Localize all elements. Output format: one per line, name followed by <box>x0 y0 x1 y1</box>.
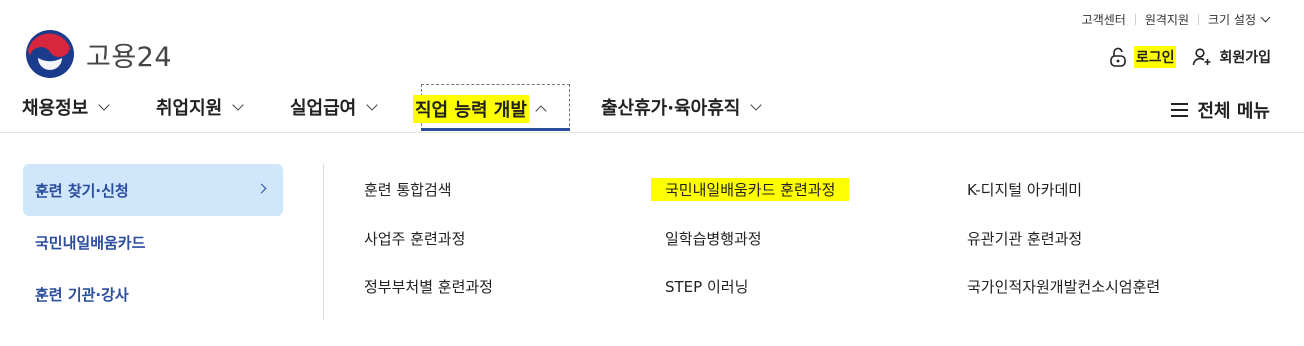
submenu-side: 훈련 찾기·신청 국민내일배움카드 훈련 기관·강사 <box>23 164 283 320</box>
hamburger-icon <box>1171 103 1189 117</box>
side-item-institution-instructor[interactable]: 훈련 기관·강사 <box>23 268 283 320</box>
auth-menu: 로그인 회원가입 <box>1109 46 1271 68</box>
submenu-link[interactable]: 일학습병행과정 <box>665 228 762 249</box>
submenu-link[interactable]: 훈련 통합검색 <box>364 179 452 200</box>
size-setting-button[interactable]: 크기 설정 <box>1208 11 1256 28</box>
remote-support-link[interactable]: 원격지원 <box>1145 11 1189 28</box>
nav-item-employment-support[interactable]: 취업지원 <box>156 92 257 122</box>
chevron-down-icon <box>750 98 762 111</box>
submenu-link[interactable]: STEP 이러닝 <box>665 276 748 297</box>
nav-label: 취업지원 <box>156 98 223 119</box>
submenu-link[interactable]: K-디지털 아카데미 <box>967 179 1082 200</box>
separator <box>1134 14 1136 25</box>
nav-label: 실업급여 <box>290 98 357 119</box>
chevron-right-icon <box>256 183 267 194</box>
submenu-link[interactable]: 사업주 훈련과정 <box>364 228 465 249</box>
separator <box>1198 14 1200 25</box>
side-item-label: 훈련 기관·강사 <box>35 285 129 304</box>
nav-label: 직업 능력 개발 <box>413 95 529 123</box>
submenu-link[interactable]: 정부부처별 훈련과정 <box>364 276 493 297</box>
submenu-link[interactable]: 유관기관 훈련과정 <box>967 228 1082 249</box>
side-item-label: 훈련 찾기·신청 <box>35 181 129 200</box>
customer-center-link[interactable]: 고객센터 <box>1082 11 1126 28</box>
side-item-learning-card[interactable]: 국민내일배움카드 <box>23 216 283 268</box>
signup-button[interactable]: 회원가입 <box>1192 47 1271 67</box>
unlock-icon <box>1110 47 1126 67</box>
signup-label: 회원가입 <box>1219 50 1271 66</box>
site-logo[interactable]: 고용24 <box>24 28 172 80</box>
login-button[interactable]: 로그인 <box>1109 46 1177 68</box>
nav-label: 채용정보 <box>22 98 89 119</box>
all-menu-label: 전체 메뉴 <box>1197 101 1270 122</box>
main-nav: 채용정보 취업지원 실업급여 <box>22 92 427 122</box>
submenu-divider <box>323 164 324 320</box>
side-item-label: 국민내일배움카드 <box>35 233 146 252</box>
chevron-down-icon[interactable] <box>1260 12 1271 23</box>
chevron-down-icon <box>232 98 244 111</box>
nav-item-vocational-training[interactable]: 직업 능력 개발 <box>413 95 547 123</box>
login-label: 로그인 <box>1133 46 1177 68</box>
nav-item-unemployment-benefit[interactable]: 실업급여 <box>290 92 391 122</box>
nav-item-parental-leave[interactable]: 출산휴가·육아휴직 <box>601 92 762 122</box>
chevron-up-icon <box>535 105 547 117</box>
side-item-training-search[interactable]: 훈련 찾기·신청 <box>23 164 283 216</box>
submenu-link[interactable]: 국가인적자원개발컨소시엄훈련 <box>967 276 1160 297</box>
header-divider <box>0 132 1304 133</box>
nav-label: 출산휴가·육아휴직 <box>601 98 741 119</box>
taegeuk-logo-icon <box>26 30 74 78</box>
main-nav-rest: 출산휴가·육아휴직 <box>601 92 796 122</box>
chevron-down-icon <box>98 98 110 111</box>
all-menu-button[interactable]: 전체 메뉴 <box>1171 97 1270 123</box>
nav-active-indicator <box>421 128 570 131</box>
submenu-link[interactable]: 국민내일배움카드 훈련과정 <box>651 178 850 201</box>
chevron-down-icon <box>366 98 378 111</box>
utility-bar: 고객센터 원격지원 크기 설정 <box>1082 11 1271 28</box>
logo-text: 고용24 <box>86 41 173 73</box>
nav-item-jobs[interactable]: 채용정보 <box>22 92 123 122</box>
user-add-icon <box>1193 48 1211 66</box>
